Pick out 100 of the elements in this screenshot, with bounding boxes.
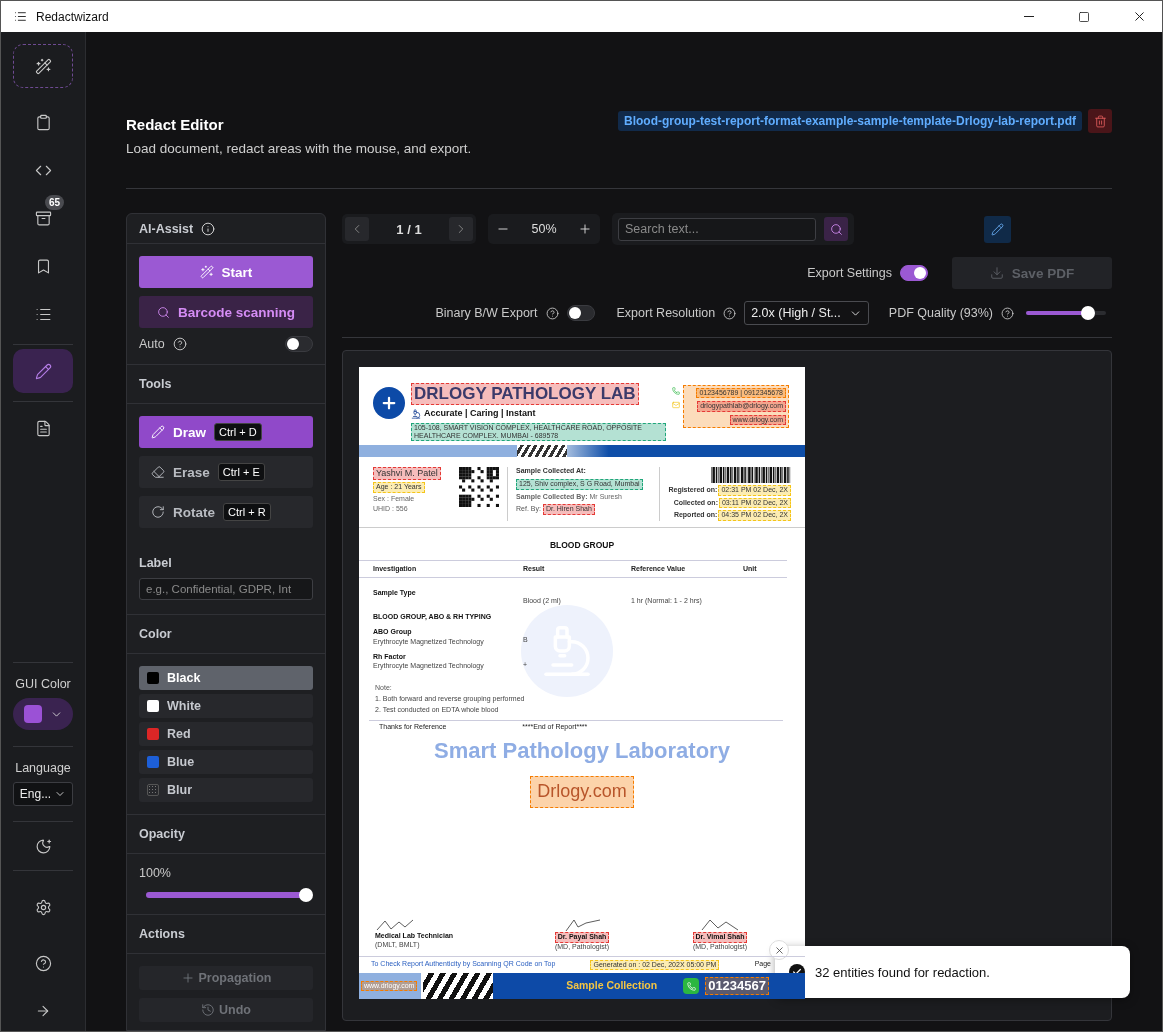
redacted-text: Yashvi M. Patel [373,467,441,481]
window-title: Redactwizard [36,9,110,24]
signature-drawing [375,918,415,933]
redacted-text: DRLOGY PATHOLOGY LAB [411,383,639,406]
tool-button[interactable]: Draw Ctrl + D [139,416,313,448]
microscope-icon [411,409,421,419]
redacted-text: Drlogy.com [530,776,634,808]
opacity-reading: 100% [139,866,172,880]
minimize-icon [1024,16,1034,17]
delete-file-button[interactable] [1088,109,1112,133]
section-title: Opacity [139,827,185,841]
stripes-drawing [517,445,567,458]
download-icon [989,266,1004,280]
test-title: BLOOD GROUP [549,539,615,550]
export-resolution-select[interactable]: 2.0x (High / St... [744,301,869,325]
tool-button[interactable]: Erase Ctrl + E [139,456,313,488]
phone-icon [672,387,680,395]
help-icon [172,337,187,351]
file-name-tag: Blood-group-test-report-format-example-sample-template-Drlogy-lab-report.pdf [617,111,1082,131]
binary-export-label: Binary B/W Export [435,306,538,320]
section-title: Actions [139,927,185,941]
lab-logo [373,387,405,419]
wand-icon [34,57,52,75]
color-option[interactable]: Blur [139,778,313,802]
zoom-level: 50% [530,222,558,236]
edit-button[interactable] [984,215,1011,243]
document-icon [34,419,52,437]
section-title: Label [139,556,173,570]
color-option[interactable]: Black [139,666,313,690]
clipboard-icon [34,113,52,131]
chat-icon [683,978,700,994]
help-icon [1001,306,1014,320]
watermark-text: Smart Pathology Laboratory [434,738,730,764]
search-icon [829,222,843,236]
info-icon [201,221,216,236]
band-label: Sample Collection [566,979,658,993]
shortcut-key: Ctrl + D [214,423,262,441]
page-subtitle: Load document, redact areas with the mouse, and export. [126,141,472,156]
moon-icon [34,837,52,855]
help-icon [723,306,737,320]
start-button[interactable]: Start [139,256,313,288]
search-field[interactable]: Search text... [618,217,816,241]
maximize-icon [1078,10,1090,23]
tool-button[interactable]: Rotate Ctrl + R [139,496,313,528]
pdf-quality-label: PDF Quality (93%) [888,306,993,320]
color-option[interactable]: Red [139,722,313,746]
label-input[interactable]: e.g., Confidential, GDPR, Int [139,578,313,600]
plus-icon [578,222,592,236]
qr-code [459,467,499,508]
wand-icon [199,265,214,279]
search-button[interactable] [824,217,848,241]
sidebar-button[interactable]: 65 [13,196,73,240]
stripes-drawing [423,973,494,999]
pencil-icon [151,425,165,439]
search-icon [157,305,170,319]
sidebar-button[interactable] [13,44,73,88]
arrow-right-icon [35,1003,51,1019]
language-label: Language [15,761,71,775]
section-title: AI-Assist [139,221,194,236]
page-indicator: 1 / 1 [395,221,423,237]
redacted-text: 01234567 [705,977,769,995]
help-icon [34,954,52,972]
help-icon [545,306,559,320]
binary-export-toggle[interactable] [566,305,595,321]
gui-color-picker[interactable] [13,698,73,730]
color-option[interactable]: Blue [139,750,313,774]
close-icon [773,944,785,956]
section-title: Tools [139,377,172,391]
color-option[interactable]: White [139,694,313,718]
page-title: Redact Editor [126,116,225,133]
count-badge: 65 [44,195,64,210]
trash-icon [1093,114,1107,128]
auto-label: Auto [139,337,165,351]
export-resolution-label: Export Resolution [616,306,716,320]
signature-drawing [700,918,740,933]
plus-icon [180,971,195,985]
export-settings-label: Export Settings [807,266,892,280]
section-title: Color [139,627,172,641]
auto-toggle[interactable] [285,336,313,352]
mail-icon [672,401,680,409]
blur-icon [147,784,159,796]
lab-tagline: Accurate | Caring | Instant [424,408,536,420]
toast-message: 32 entities found for redaction. [815,964,990,980]
language-select[interactable]: Eng... [13,782,73,806]
shortcut-key: Ctrl + R [223,503,271,521]
archive-box-icon [34,209,52,227]
slider-thumb[interactable] [299,888,313,902]
rotate-icon [151,505,165,519]
export-settings-toggle[interactable] [900,265,928,281]
history-icon [201,1003,216,1017]
pencil-icon [34,362,52,380]
eraser-icon [151,465,165,479]
slider-thumb[interactable] [1081,306,1096,320]
app-menu-icon [14,10,27,23]
barcode-scanning-button[interactable]: Barcode scanning [139,296,313,328]
sidebar-button[interactable] [13,349,73,393]
shortcut-key: Ctrl + E [217,463,265,481]
settings-icon [34,898,52,916]
gui-color-label: GUI Color [15,677,71,691]
pencil-icon [991,222,1004,236]
